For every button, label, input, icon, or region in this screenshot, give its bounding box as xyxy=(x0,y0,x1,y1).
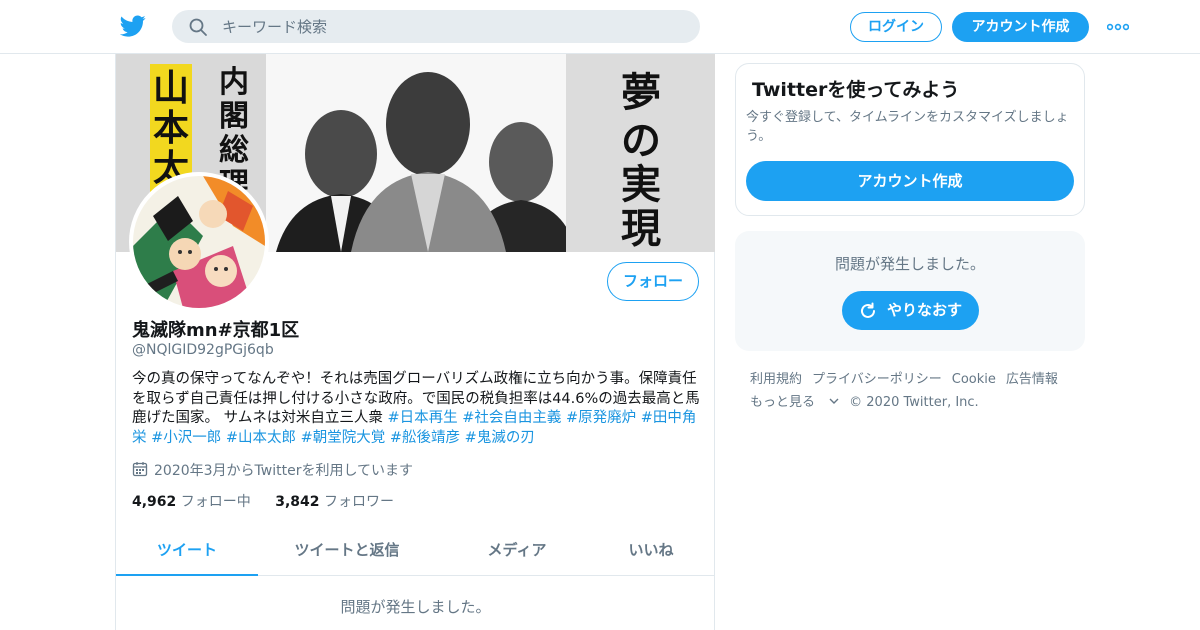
svg-text:閣: 閣 xyxy=(219,99,249,134)
signup-button[interactable]: アカウント作成 xyxy=(952,12,1089,42)
profile-handle: @NQlGID92gPGj6qb xyxy=(132,342,274,358)
profile-column: 山 本 太 内 閣 総 理 夢 の 実 現 xyxy=(115,54,715,630)
svg-text:夢: 夢 xyxy=(621,69,661,116)
following-stat[interactable]: 4,962 フォロー中 xyxy=(132,491,251,511)
error-card-message: 問題が発生しました。 xyxy=(834,255,985,273)
hashtag-link[interactable]: #朝堂院大覚 xyxy=(301,430,386,446)
signup-card-button[interactable]: アカウント作成 xyxy=(746,161,1074,201)
signup-card-title: Twitterを使ってみよう xyxy=(752,79,960,101)
twitter-bird-icon[interactable] xyxy=(120,13,146,39)
profile-bio: 今の真の保守ってなんぞや！それは売国グローバリズム政権に立ち向かう事。保障責任を… xyxy=(132,370,702,448)
tab-media[interactable]: メディア xyxy=(446,526,588,576)
profile-name: 鬼滅隊mn#京都1区 xyxy=(132,320,300,341)
footer-link-privacy[interactable]: プライバシーポリシー xyxy=(812,368,942,391)
footer-links: 利用規約 プライバシーポリシー Cookie 広告情報 もっと見る © 2020 Tw… xyxy=(750,368,1080,414)
chevron-down-icon xyxy=(829,398,839,404)
timeline-error-message: 問題が発生しました。 xyxy=(340,598,491,616)
search-icon xyxy=(189,18,207,36)
retry-button[interactable]: やりなおす xyxy=(842,291,979,330)
footer-more-label: もっと見る xyxy=(750,395,816,410)
hashtag-link[interactable]: #小沢一郎 xyxy=(151,430,221,446)
signup-card: Twitterを使ってみよう 今すぐ登録して、タイムラインをカスタマイズしましょ… xyxy=(735,63,1085,216)
footer-copyright: © 2020 Twitter, Inc. xyxy=(849,395,979,410)
profile-avatar[interactable] xyxy=(129,172,269,312)
hashtag-link[interactable]: #舩後靖彦 xyxy=(390,430,460,446)
search-box[interactable] xyxy=(172,10,700,43)
top-navigation-bar: ログイン アカウント作成 xyxy=(0,0,1200,54)
joined-text: 2020年3月からTwitterを利用しています xyxy=(154,463,414,479)
profile-tabs: ツイート ツイートと返信 メディア いいね xyxy=(116,526,715,576)
refresh-icon xyxy=(861,302,875,318)
hashtag-link[interactable]: #日本再生 xyxy=(387,410,457,426)
calendar-icon xyxy=(132,462,148,477)
search-input[interactable] xyxy=(222,10,682,43)
hashtag-link[interactable]: #山本太郎 xyxy=(226,430,296,446)
svg-text:実: 実 xyxy=(621,161,661,208)
following-count: 4,962 xyxy=(132,494,177,510)
footer-link-ads[interactable]: 広告情報 xyxy=(1006,368,1058,391)
svg-text:山: 山 xyxy=(153,68,189,109)
retry-label: やりなおす xyxy=(887,301,963,319)
followers-count: 3,842 xyxy=(275,494,320,510)
more-options-icon[interactable] xyxy=(1107,23,1129,31)
following-label: フォロー中 xyxy=(180,494,251,510)
followers-stat[interactable]: 3,842 フォロワー xyxy=(275,491,394,511)
signup-card-description: 今すぐ登録して、タイムラインをカスタマイズしましょう。 xyxy=(746,110,1069,144)
svg-text:の: の xyxy=(621,117,661,164)
tab-tweets[interactable]: ツイート xyxy=(116,526,258,576)
svg-text:総: 総 xyxy=(219,133,249,168)
footer-link-terms[interactable]: 利用規約 xyxy=(750,368,802,391)
svg-text:内: 内 xyxy=(219,65,249,100)
hashtag-link[interactable]: #鬼滅の刃 xyxy=(465,430,535,446)
hashtag-link[interactable]: #原発廃炉 xyxy=(566,410,636,426)
footer-link-cookie[interactable]: Cookie xyxy=(952,368,996,391)
avatar-illustration xyxy=(133,176,265,308)
footer-more-link[interactable]: もっと見る xyxy=(750,391,839,414)
svg-text:現: 現 xyxy=(621,205,661,252)
profile-stats: 4,962 フォロー中 3,842 フォロワー xyxy=(132,491,414,511)
tab-likes[interactable]: いいね xyxy=(586,526,716,576)
tab-tweets-and-replies[interactable]: ツイートと返信 xyxy=(276,526,418,576)
svg-text:本: 本 xyxy=(153,108,189,149)
hashtag-link[interactable]: #社会自由主義 xyxy=(462,410,561,426)
joined-date: 2020年3月からTwitterを利用しています xyxy=(132,460,413,480)
error-card: 問題が発生しました。 やりなおす xyxy=(735,231,1085,351)
followers-label: フォロワー xyxy=(323,494,394,510)
login-button[interactable]: ログイン xyxy=(850,12,942,42)
follow-button[interactable]: フォロー xyxy=(607,262,699,301)
